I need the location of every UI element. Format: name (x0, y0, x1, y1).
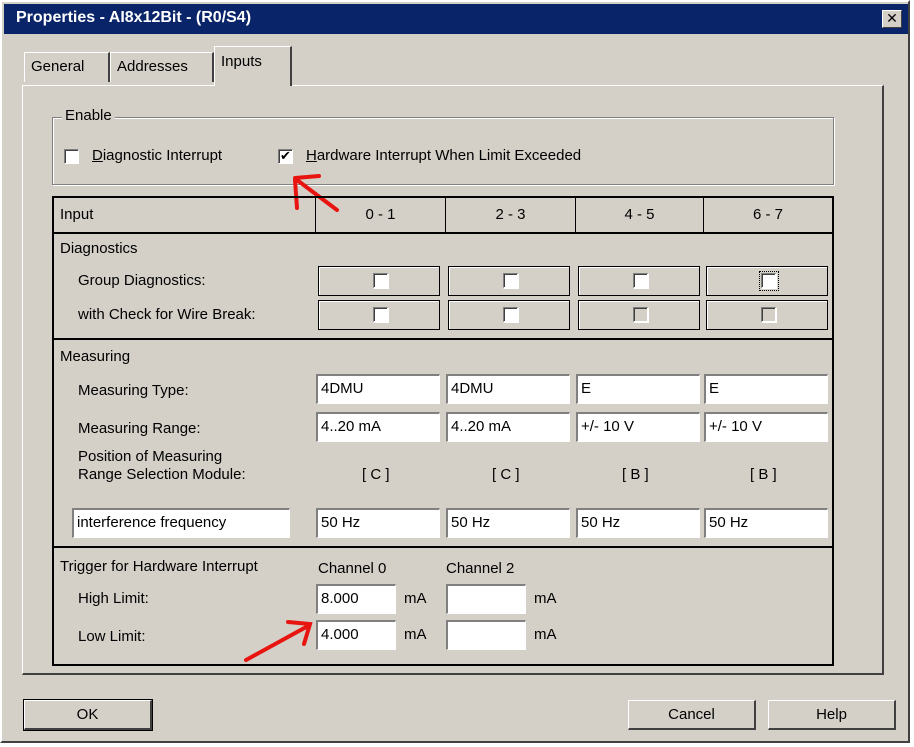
position-label-line2: Range Selection Module: (78, 466, 246, 483)
high-limit-ch2-field[interactable] (446, 584, 526, 614)
tab-general-label: General (31, 58, 85, 75)
interference-frequency-value[interactable]: 50 Hz (446, 508, 570, 538)
interference-frequency-field[interactable]: interference frequency (72, 508, 290, 538)
wire-break-checkbox[interactable] (373, 307, 389, 323)
close-button[interactable]: ✕ (882, 10, 902, 28)
interference-frequency-value[interactable]: 50 Hz (704, 508, 828, 538)
grid-header-col: 0 - 1 (316, 198, 446, 234)
tab-addresses-label: Addresses (117, 58, 188, 75)
trigger-section: Trigger for Hardware Interrupt Channel 0… (54, 548, 832, 664)
grid-header-col: 6 - 7 (704, 198, 832, 234)
wire-break-label: with Check for Wire Break: (78, 306, 256, 323)
grid-header-col: 4 - 5 (576, 198, 704, 234)
cancel-button[interactable]: Cancel (628, 700, 756, 730)
wire-break-checkbox[interactable] (503, 307, 519, 323)
position-label-line1: Position of Measuring (78, 448, 223, 465)
measuring-range-field[interactable]: 4..20 mA (446, 412, 570, 442)
measuring-range-field[interactable]: +/- 10 V (576, 412, 700, 442)
low-limit-label: Low Limit: (78, 628, 146, 645)
measuring-type-field[interactable]: E (704, 374, 828, 404)
unit-label: mA (534, 590, 557, 607)
group-diag-checkbox[interactable] (373, 273, 389, 289)
measuring-type-field[interactable]: E (576, 374, 700, 404)
enable-group-label: Enable (62, 107, 115, 124)
unit-label: mA (404, 626, 427, 643)
wire-break-cell (706, 300, 828, 330)
unit-label: mA (534, 626, 557, 643)
diagnostics-section-title: Diagnostics (60, 240, 138, 257)
wire-break-cell (578, 300, 700, 330)
measuring-type-field[interactable]: 4DMU (446, 374, 570, 404)
interference-frequency-value[interactable]: 50 Hz (576, 508, 700, 538)
hardware-interrupt-label: Hardware Interrupt When Limit Exceeded (306, 147, 582, 164)
position-value: [ C ] (492, 466, 520, 483)
unit-label: mA (404, 590, 427, 607)
group-diag-cell (448, 266, 570, 296)
interference-frequency-value[interactable]: 50 Hz (316, 508, 440, 538)
high-limit-label: High Limit: (78, 590, 149, 607)
group-diag-cell (578, 266, 700, 296)
group-diagnostics-label: Group Diagnostics: (78, 272, 206, 289)
measuring-section: Measuring Measuring Type: Measuring Rang… (54, 340, 832, 548)
tab-general[interactable]: General (24, 52, 110, 82)
annotation-arrow-icon (244, 620, 313, 662)
group-diag-checkbox[interactable] (759, 271, 779, 291)
position-value: [ C ] (362, 466, 390, 483)
group-diag-checkbox[interactable] (503, 273, 519, 289)
low-limit-ch2-field[interactable] (446, 620, 526, 650)
measuring-range-field[interactable]: +/- 10 V (704, 412, 828, 442)
channel-header: Channel 0 (318, 560, 387, 577)
diagnostic-interrupt-checkbox[interactable] (64, 149, 79, 164)
channel-grid: Input 0 - 1 2 - 3 4 - 5 6 - 7 Diagnostic… (52, 196, 834, 666)
position-value: [ B ] (622, 466, 649, 483)
help-button[interactable]: Help (768, 700, 896, 730)
wire-break-cell (448, 300, 570, 330)
diagnostic-interrupt-label: Diagnostic Interrupt (92, 147, 223, 164)
window-title: Properties - AI8x12Bit - (R0/S4) (16, 9, 252, 26)
hardware-interrupt-label-rest: ardware Interrupt When Limit Exceeded (316, 147, 582, 164)
measuring-range-field[interactable]: 4..20 mA (316, 412, 440, 442)
diagnostics-section: Diagnostics Group Diagnostics: with Chec… (54, 234, 832, 340)
wire-break-checkbox-disabled (633, 307, 649, 323)
low-limit-ch0-field[interactable]: 4.000 (316, 620, 396, 650)
diagnostic-interrupt-label-rest: iagnostic Interrupt (102, 147, 223, 164)
title-bar: Properties - AI8x12Bit - (R0/S4) ✕ (4, 4, 908, 34)
wire-break-cell (318, 300, 440, 330)
grid-header-col: 2 - 3 (446, 198, 576, 234)
tab-inputs-label: Inputs (221, 53, 262, 70)
measuring-section-title: Measuring (60, 348, 131, 365)
group-diag-cell (318, 266, 440, 296)
measuring-type-label: Measuring Type: (78, 382, 189, 399)
trigger-section-title: Trigger for Hardware Interrupt (60, 558, 258, 575)
wire-break-checkbox-disabled (761, 307, 777, 323)
tab-inputs[interactable]: Inputs (214, 46, 292, 86)
measuring-type-field[interactable]: 4DMU (316, 374, 440, 404)
position-value: [ B ] (750, 466, 777, 483)
channel-header: Channel 2 (446, 560, 515, 577)
tab-addresses[interactable]: Addresses (110, 52, 214, 82)
measuring-range-label: Measuring Range: (78, 420, 201, 437)
ok-button[interactable]: OK (23, 699, 153, 731)
grid-header-input: Input (54, 198, 316, 234)
group-diag-checkbox[interactable] (633, 273, 649, 289)
hardware-interrupt-checkbox[interactable]: ✔ (278, 149, 293, 164)
high-limit-ch0-field[interactable]: 8.000 (316, 584, 396, 614)
group-diag-cell (706, 266, 828, 296)
